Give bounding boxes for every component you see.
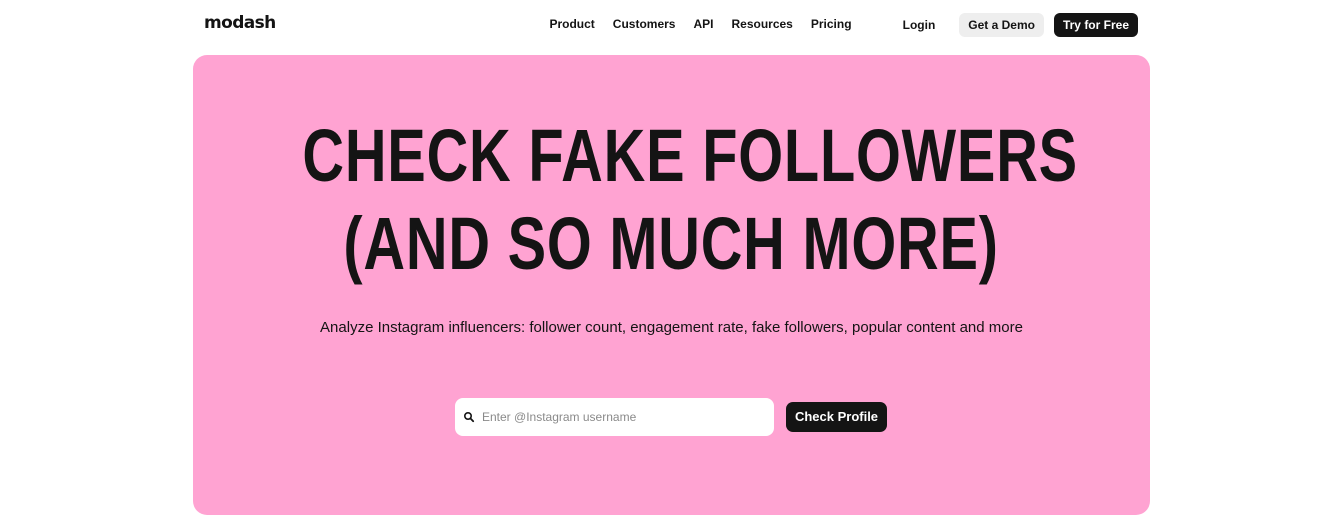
headline-line-2: (AND SO MUCH MORE) — [343, 202, 1000, 285]
hero-subtitle: Analyze Instagram influencers: follower … — [320, 319, 1023, 336]
headline-line-1: CHECK FAKE FOLLOWERS — [302, 114, 1078, 197]
nav-actions: Login Get a Demo Try for Free — [903, 13, 1138, 37]
check-profile-button[interactable]: Check Profile — [786, 402, 887, 432]
nav-link-resources[interactable]: Resources — [731, 17, 792, 31]
search-icon — [463, 411, 475, 423]
instagram-username-input[interactable] — [482, 398, 762, 436]
nav-link-api[interactable]: API — [693, 17, 713, 31]
login-link[interactable]: Login — [903, 18, 950, 32]
nav-link-pricing[interactable]: Pricing — [811, 17, 852, 31]
try-for-free-button[interactable]: Try for Free — [1053, 13, 1138, 37]
hero-section: CHECK FAKE FOLLOWERS (AND SO MUCH MORE) … — [193, 55, 1150, 515]
get-demo-button[interactable]: Get a Demo — [959, 13, 1044, 37]
top-navigation: modash Product Customers API Resources P… — [0, 0, 1335, 50]
nav-link-product[interactable]: Product — [549, 17, 594, 31]
nav-link-customers[interactable]: Customers — [613, 17, 676, 31]
hero-headline: CHECK FAKE FOLLOWERS (AND SO MUCH MORE) — [193, 112, 1150, 288]
username-search-box[interactable] — [455, 398, 774, 436]
